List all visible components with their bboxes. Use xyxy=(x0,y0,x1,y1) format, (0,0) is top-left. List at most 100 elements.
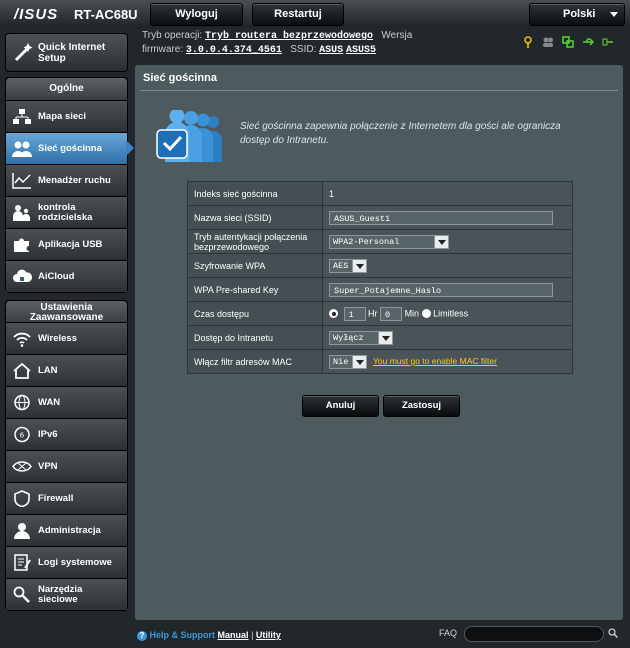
chevron-down-icon xyxy=(352,258,367,273)
wpa-encryption-select[interactable]: AES xyxy=(329,258,367,273)
sidebar-item-label: VPN xyxy=(38,460,58,472)
access-time-limited-radio[interactable] xyxy=(329,309,338,318)
search-icon[interactable] xyxy=(608,628,619,639)
sidebar-item-wireless[interactable]: Wireless xyxy=(6,323,127,355)
help-icon: ? xyxy=(137,631,147,641)
intranet-access-select[interactable]: Wyłącz xyxy=(329,330,393,345)
sidebar-item-system-log[interactable]: Logi systemowe xyxy=(6,547,127,579)
cancel-button[interactable]: Anuluj xyxy=(302,395,379,417)
ipv6-globe-icon: 6 xyxy=(12,426,32,443)
chevron-down-icon xyxy=(378,330,393,345)
puzzle-icon xyxy=(12,236,32,253)
sidebar-item-vpn[interactable]: VPN xyxy=(6,451,127,483)
sidebar-item-wan[interactable]: WAN xyxy=(6,387,127,419)
network-icon[interactable] xyxy=(562,36,574,48)
footer-separator: | xyxy=(251,630,254,640)
advanced-menu: Ustawienia Zaawansowane Wireless LAN WAN… xyxy=(5,300,128,611)
psk-label: WPA Pre-shared Key xyxy=(187,277,323,302)
router-model: RT-AC68U xyxy=(74,7,138,22)
faq-search-input[interactable] xyxy=(464,626,604,642)
enable-mac-filter-link[interactable]: You must go to enable MAC filter xyxy=(373,356,497,366)
utility-link[interactable]: Utility xyxy=(256,630,281,640)
table-row: Indeks sieć gościnna 1 xyxy=(187,181,573,206)
mac-filter-value: Nie xyxy=(333,356,349,367)
sidebar-item-label: Aplikacja USB xyxy=(38,238,103,250)
sidebar-item-administration[interactable]: Administracja xyxy=(6,515,127,547)
table-row: Czas dostępu 1 Hr 0 Min Limitless xyxy=(187,301,573,326)
sidebar-item-parental-control[interactable]: kontrola rodzicielska xyxy=(6,197,127,229)
chevron-down-icon xyxy=(352,354,367,369)
sidebar-item-label: Wireless xyxy=(38,332,77,344)
auth-mode-label: Tryb autentykacji połączenia bezprzewodo… xyxy=(187,229,323,254)
apply-button[interactable]: Zastosuj xyxy=(383,395,460,417)
sidebar-item-ipv6[interactable]: 6 IPv6 xyxy=(6,419,127,451)
traffic-chart-icon xyxy=(12,172,32,189)
title-divider xyxy=(140,90,618,91)
ssid-link-1[interactable]: ASUS xyxy=(319,45,343,56)
wand-icon xyxy=(13,41,33,63)
language-select[interactable]: Polski xyxy=(529,3,625,26)
main-panel: Sieć gościnna Sieć gościnna zapewnia poł… xyxy=(135,65,623,620)
access-time-hours-input[interactable]: 1 xyxy=(343,306,366,321)
advanced-title: Ustawienia Zaawansowane xyxy=(6,301,127,323)
sidebar-item-usb-application[interactable]: Aplikacja USB xyxy=(6,229,127,261)
wifi-icon[interactable] xyxy=(602,36,614,48)
usb-icon[interactable] xyxy=(582,36,595,48)
access-time-limitless-radio[interactable] xyxy=(421,309,431,318)
sidebar-item-lan[interactable]: LAN xyxy=(6,355,127,387)
asus-logo: /ISUS xyxy=(14,6,59,23)
sidebar-item-label: IPv6 xyxy=(38,428,58,440)
sidebar-item-network-map[interactable]: Mapa sieci xyxy=(6,101,127,133)
sidebar-item-traffic-manager[interactable]: Menadżer ruchu xyxy=(6,165,127,197)
quick-internet-setup-button[interactable]: Quick Internet Setup xyxy=(5,33,128,72)
vpn-icon xyxy=(12,458,32,475)
auth-mode-value: WPA2-Personal xyxy=(333,236,400,247)
ssid-link-2[interactable]: ASUS5 xyxy=(346,45,376,56)
ssid-label: Nazwa sieci (SSID) xyxy=(187,205,323,230)
logout-button[interactable]: Wyloguj xyxy=(150,3,243,26)
sidebar-item-label: Logi systemowe xyxy=(38,556,112,568)
active-item-arrow xyxy=(126,140,134,156)
status-icons xyxy=(522,36,614,48)
psk-input[interactable]: Super_Potajemne_Haslo xyxy=(329,282,553,297)
sidebar-item-guest-network[interactable]: Sieć gościnna xyxy=(6,133,127,165)
ssid-input[interactable]: ASUS_Guest1 xyxy=(329,210,553,225)
top-bar: /ISUS RT-AC68U Wyloguj Restartuj Polski xyxy=(0,0,630,29)
admin-user-icon xyxy=(12,522,32,539)
sidebar-item-network-tools[interactable]: Narzędzia sieciowe xyxy=(6,579,127,610)
sidebar-item-label: AiCloud xyxy=(38,270,75,282)
sidebar-item-label: Administracja xyxy=(38,524,101,536)
page-title: Sieć gościnna xyxy=(143,72,217,84)
table-row: Dostęp do Intranetu Wyłącz xyxy=(187,325,573,350)
access-time-minutes-input[interactable]: 0 xyxy=(380,306,403,321)
home-icon xyxy=(12,362,32,379)
sidebar-item-aicloud[interactable]: AiCloud xyxy=(6,261,127,292)
general-menu: Ogólne Mapa sieci Sieć gościnna Menadżer… xyxy=(5,77,128,293)
manual-link[interactable]: Manual xyxy=(218,630,249,640)
sidebar-item-firewall[interactable]: Firewall xyxy=(6,483,127,515)
intranet-access-label: Dostęp do Intranetu xyxy=(187,325,323,350)
mode-link[interactable]: Tryb routera bezprzewodowego xyxy=(205,31,373,42)
version-label: Wersja xyxy=(381,30,413,41)
general-title: Ogólne xyxy=(6,78,127,101)
client-icon[interactable] xyxy=(542,36,554,48)
svg-text:6: 6 xyxy=(20,432,25,440)
chevron-down-icon xyxy=(610,12,618,17)
sidebar-item-label: LAN xyxy=(38,364,58,376)
ssid-label: SSID: xyxy=(290,44,317,55)
sidebar-item-label: WAN xyxy=(38,396,61,408)
minutes-unit: Min xyxy=(404,307,420,318)
guest-network-icon xyxy=(12,140,32,157)
limitless-label: Limitless xyxy=(433,307,469,318)
faq-label: FAQ xyxy=(439,628,458,638)
sidebar-item-label: Firewall xyxy=(38,492,74,504)
firmware-link[interactable]: 3.0.0.4.374_4561 xyxy=(186,45,282,56)
key-icon[interactable] xyxy=(522,36,534,48)
mac-filter-select[interactable]: Nie xyxy=(329,354,367,369)
sidebar-item-label: Menadżer ruchu xyxy=(38,174,111,186)
auth-mode-select[interactable]: WPA2-Personal xyxy=(329,234,449,249)
restart-button[interactable]: Restartuj xyxy=(252,3,344,26)
sidebar-item-label: Sieć gościnna xyxy=(38,142,102,154)
parental-control-icon xyxy=(12,204,32,221)
intranet-access-value: Wyłącz xyxy=(333,332,364,343)
